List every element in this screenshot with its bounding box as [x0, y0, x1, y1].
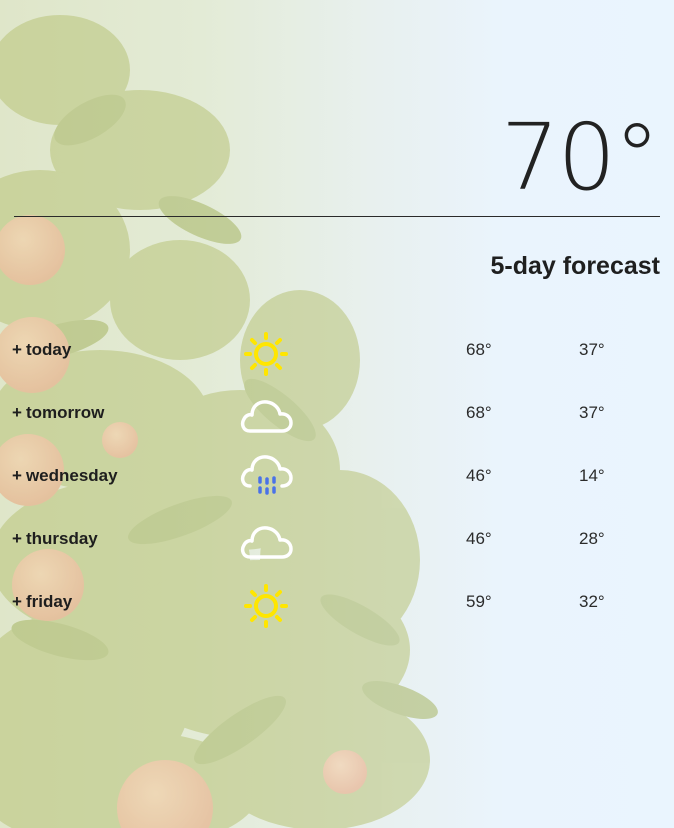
forecast-row-thursday[interactable]: + thursday 46° 28°: [0, 507, 674, 570]
expand-plus: +: [12, 592, 22, 611]
day-toggle[interactable]: + tomorrow: [12, 403, 104, 423]
low-temp: 32°: [579, 592, 605, 611]
rain-cloud-icon: [240, 455, 293, 495]
high-temp: 59°: [466, 592, 492, 611]
day-label: today: [25, 340, 72, 359]
low-temp: 14°: [579, 466, 605, 485]
sun-icon: [244, 584, 288, 628]
expand-plus: +: [12, 466, 22, 485]
day-toggle[interactable]: + today: [12, 340, 71, 360]
low-temp: 37°: [579, 403, 605, 422]
day-label: friday: [25, 592, 73, 611]
day-label: thursday: [25, 529, 98, 548]
cloud-icon: [240, 400, 293, 433]
high-temp: 46°: [466, 466, 492, 485]
high-temp: 46°: [466, 529, 492, 548]
header-divider: [14, 216, 660, 217]
forecast-title: 5-day forecast: [490, 252, 660, 280]
day-toggle[interactable]: + wednesday: [12, 466, 118, 486]
forecast-row-wednesday[interactable]: + wednesday 46° 14°: [0, 444, 674, 507]
day-label: wednesday: [25, 466, 118, 485]
forecast-row-friday[interactable]: + friday 59° 32°: [0, 570, 674, 633]
low-temp: 28°: [579, 529, 605, 548]
current-temperature: 70°: [500, 104, 660, 211]
high-temp: 68°: [466, 340, 492, 359]
day-toggle[interactable]: + thursday: [12, 529, 98, 549]
expand-plus: +: [12, 403, 22, 422]
forecast-row-tomorrow[interactable]: + tomorrow 68° 37°: [0, 381, 674, 444]
day-toggle[interactable]: + friday: [12, 592, 72, 612]
cloud-icon: [240, 526, 293, 559]
sun-icon: [244, 332, 288, 376]
low-temp: 37°: [579, 340, 605, 359]
high-temp: 68°: [466, 403, 492, 422]
day-label: tomorrow: [25, 403, 105, 422]
expand-plus: +: [12, 340, 22, 359]
expand-plus: +: [12, 529, 22, 548]
forecast-row-today[interactable]: + today 68° 37°: [0, 318, 674, 381]
